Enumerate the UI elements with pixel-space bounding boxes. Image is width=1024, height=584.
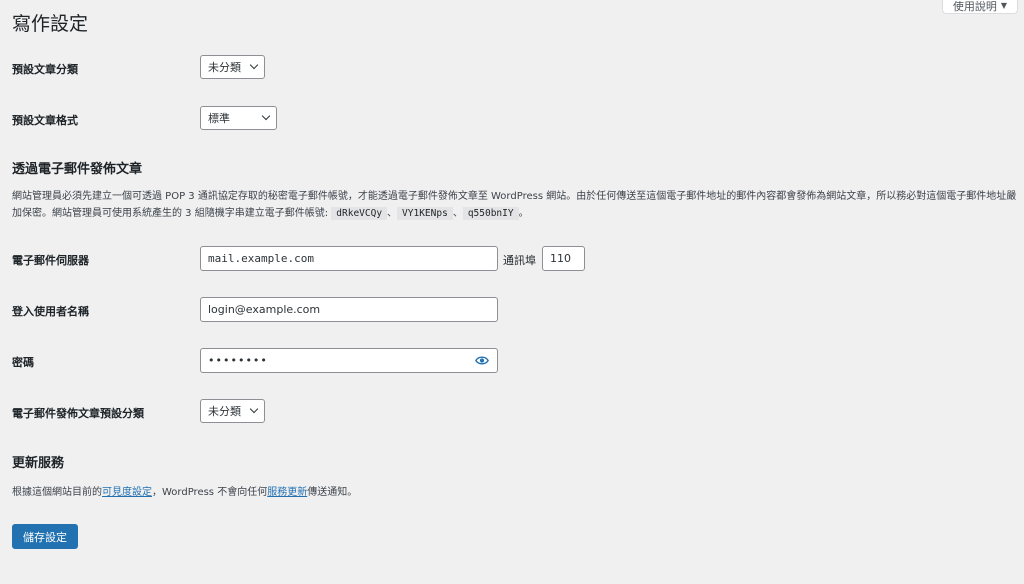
eye-icon[interactable] [475,355,489,366]
help-tab-button[interactable]: 使用說明 ▼ [942,0,1018,14]
update-services-text-before: 根據這個網站目前的 [12,487,102,498]
visibility-settings-link[interactable]: 可見度設定 [102,487,152,498]
chevron-down-icon [261,111,271,121]
default-category-select[interactable]: 未分類 [200,55,265,79]
mail-server-label: 電子郵件伺服器 [12,254,89,267]
post-via-email-description: 網站管理員必須先建立一個可透過 POP 3 通訊協定存取的秘密電子郵件帳號，才能… [12,188,1022,222]
random-key-3: q550bnIY [462,207,519,220]
password-label: 密碼 [12,356,34,369]
random-key-1: dRkeVCQy [331,207,388,220]
login-name-input[interactable]: login@example.com [200,297,498,322]
mail-server-input[interactable]: mail.example.com [200,246,498,271]
caret-down-icon: ▼ [1000,1,1008,10]
update-services-text-middle: ，WordPress 不會向任何 [152,487,268,498]
chevron-down-icon [249,60,259,70]
email-category-value: 未分類 [208,405,241,418]
description-end: 。 [518,208,529,219]
port-input[interactable]: 110 [542,246,585,271]
update-services-text: 根據這個網站目前的可見度設定，WordPress 不會向任何服務更新傳送通知。 [12,483,357,498]
update-services-link[interactable]: 服務更新 [267,487,307,498]
default-format-value: 標準 [208,112,230,125]
default-category-label: 預設文章分類 [12,63,78,76]
page-title: 寫作設定 [12,13,89,35]
key-separator: 、 [452,208,463,219]
key-separator: 、 [387,208,398,219]
save-settings-button[interactable]: 儲存設定 [12,524,78,549]
login-name-label: 登入使用者名稱 [12,305,89,318]
default-category-value: 未分類 [208,61,241,74]
email-category-label: 電子郵件發佈文章預設分類 [12,407,144,420]
default-format-label: 預設文章格式 [12,114,78,127]
chevron-down-icon [249,404,259,414]
help-tab-label: 使用說明 [952,0,997,13]
port-label: 通訊埠 [503,254,536,267]
password-input[interactable]: •••••••• [200,348,498,373]
email-category-select[interactable]: 未分類 [200,399,265,423]
password-value: •••••••• [208,354,268,367]
update-services-heading: 更新服務 [12,456,65,471]
update-services-text-after: 傳送通知。 [307,487,358,498]
default-format-select[interactable]: 標準 [200,106,277,130]
post-via-email-heading: 透過電子郵件發佈文章 [12,162,143,177]
random-key-2: VY1KENps [397,207,453,220]
